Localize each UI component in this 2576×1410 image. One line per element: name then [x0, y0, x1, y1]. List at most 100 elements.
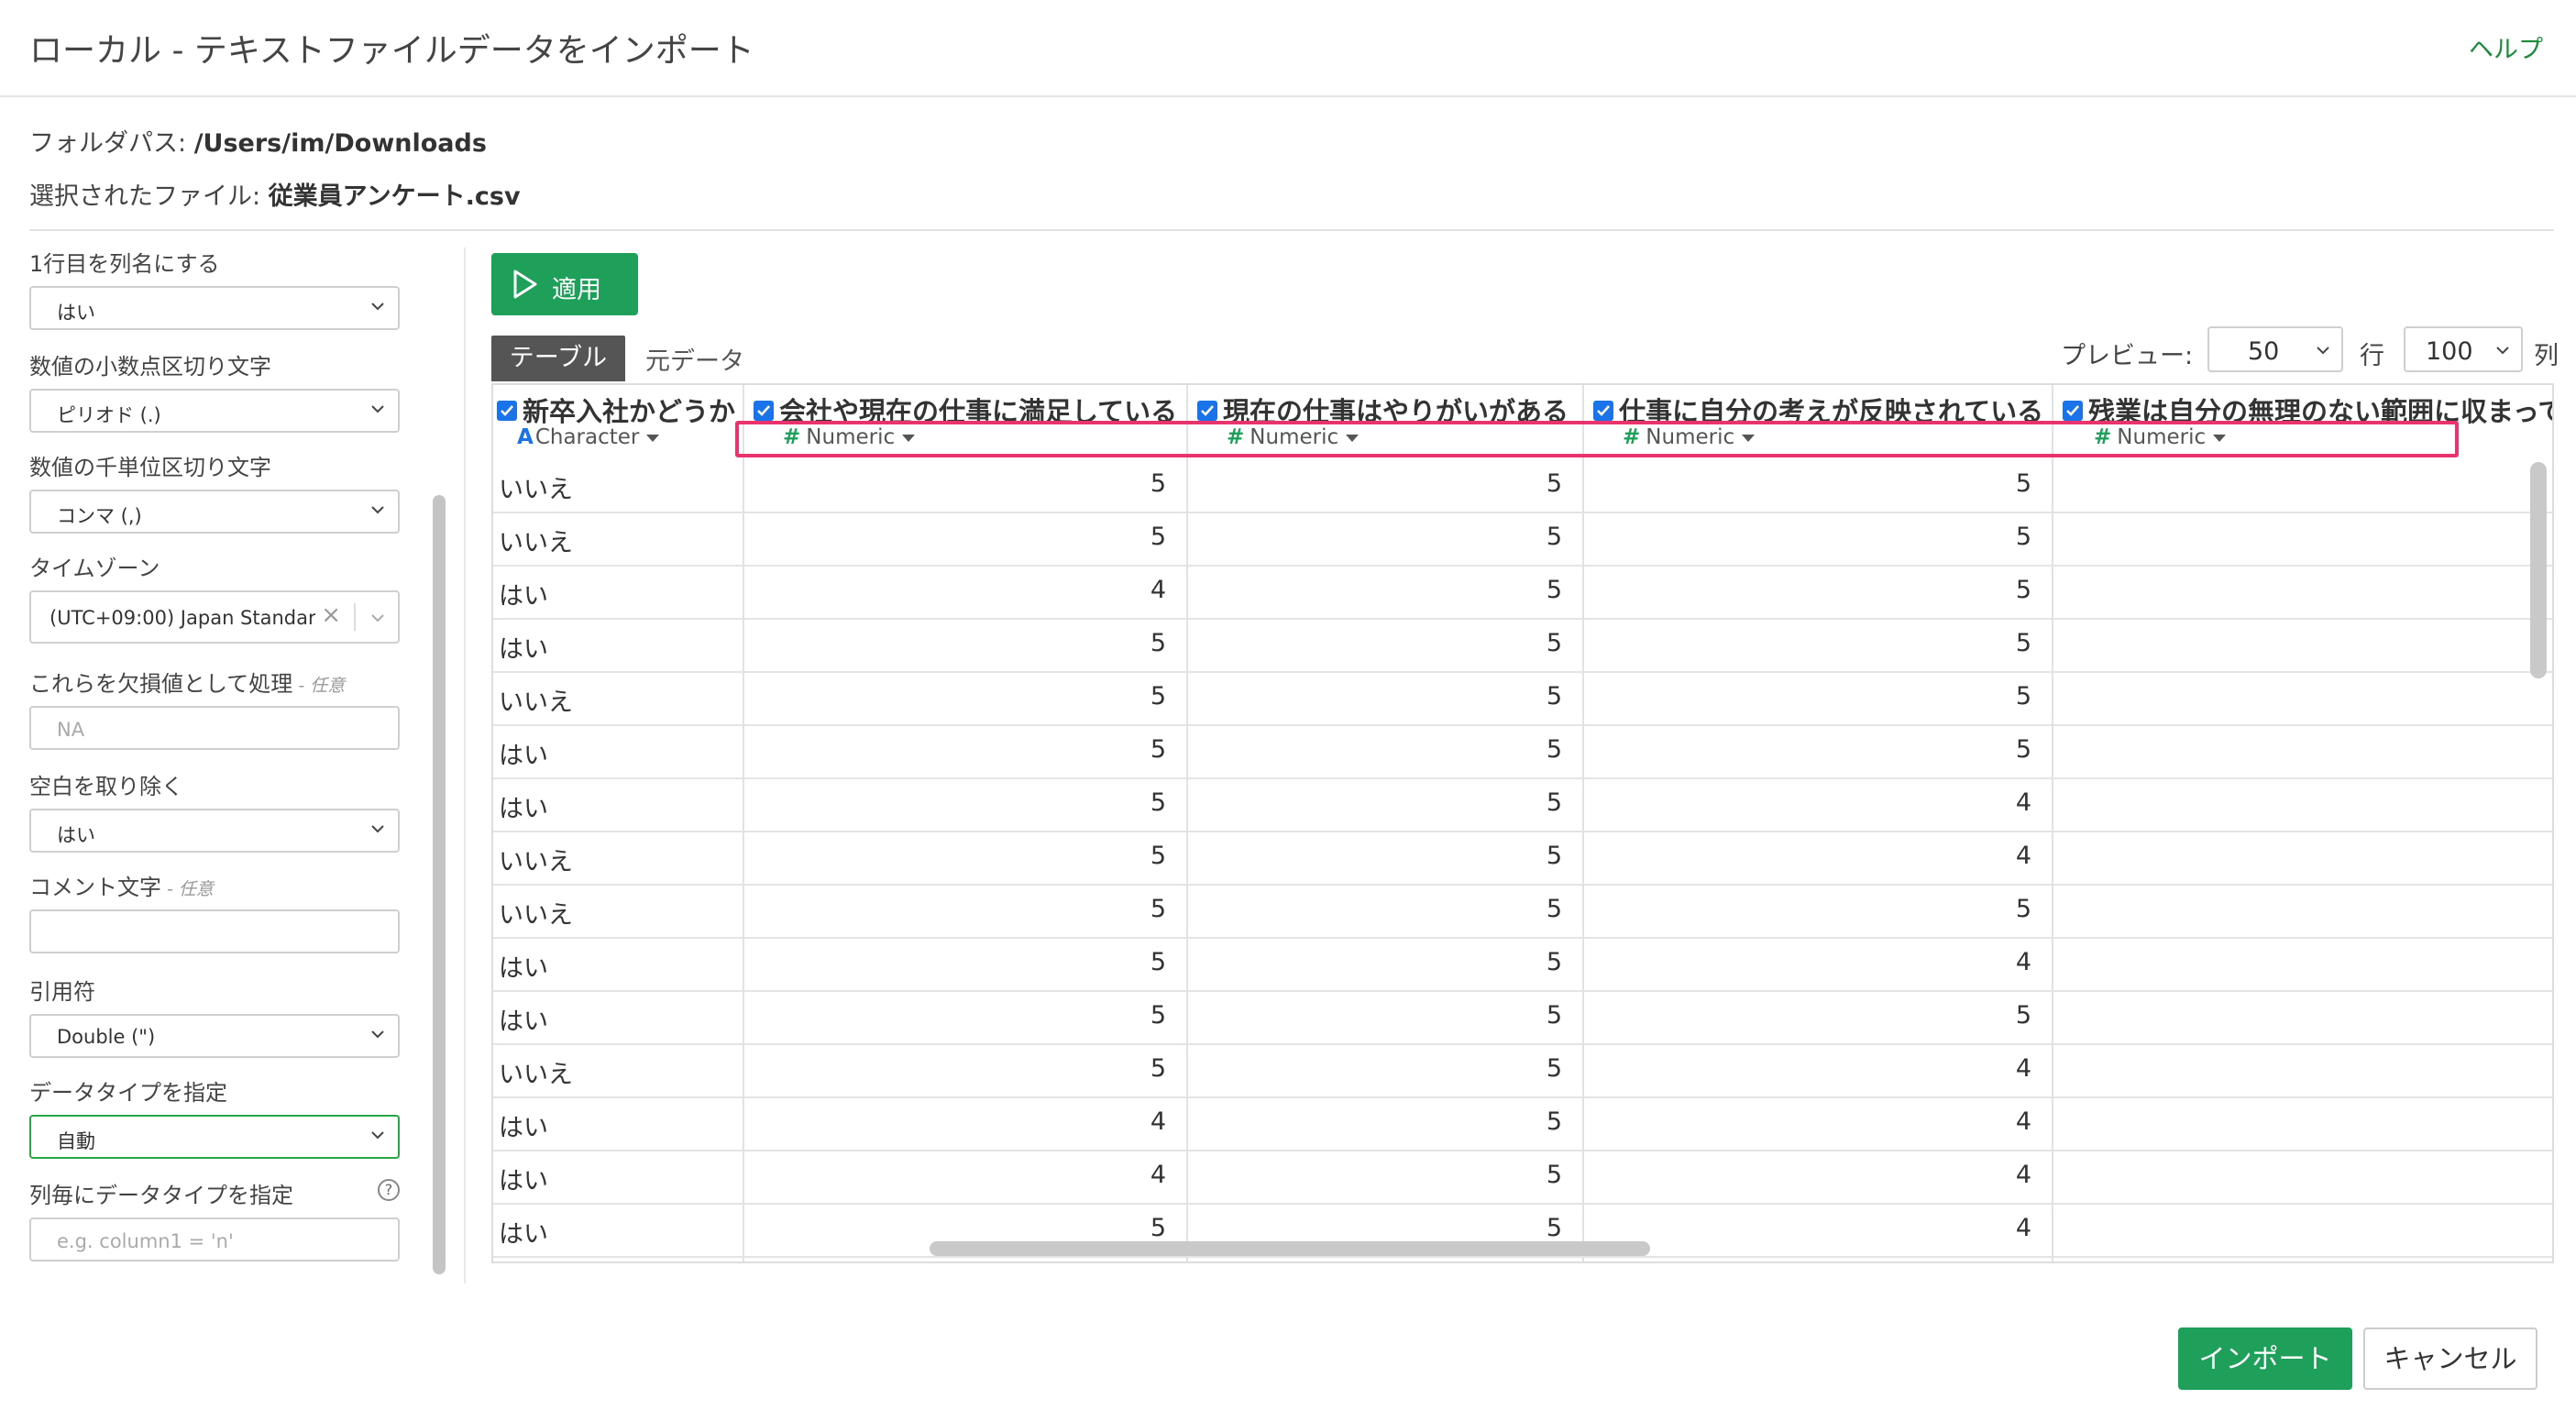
chevron-down-icon: [371, 825, 384, 833]
table-cell: いいえ: [493, 513, 743, 567]
data-type-select[interactable]: 自動: [29, 1115, 400, 1159]
preview-cols-select[interactable]: 100: [2404, 326, 2523, 372]
cancel-button[interactable]: キャンセル: [2363, 1327, 2537, 1390]
help-link[interactable]: ヘルプ: [2469, 29, 2543, 65]
table-cell: 4: [1584, 832, 2052, 886]
chevron-down-icon: [2496, 347, 2509, 355]
na-values-placeholder: NA: [57, 719, 85, 741]
table-cell: 4: [1584, 1045, 2052, 1098]
table-cell: [2053, 939, 2552, 992]
help-icon[interactable]: ?: [378, 1179, 400, 1201]
tab-raw[interactable]: 元データ: [645, 341, 744, 377]
header-row-select[interactable]: はい: [29, 286, 400, 330]
check-icon: [757, 405, 770, 416]
table-cell: [2053, 460, 2552, 513]
quote-label: 引用符: [29, 979, 95, 1005]
preview-cols-value: 100: [2426, 337, 2473, 366]
chevron-down-icon: [2317, 347, 2329, 355]
table-cell: 5: [1188, 460, 1582, 513]
col-types-placeholder: e.g. column1 = 'n': [57, 1230, 234, 1252]
table-cell: いいえ: [493, 1045, 743, 1098]
data-type-label: データタイプを指定: [29, 1080, 227, 1106]
table-cell: 5: [1584, 620, 2052, 673]
preview-cols-unit: 列: [2534, 342, 2559, 370]
trim-ws-select[interactable]: はい: [29, 809, 400, 853]
table-vertical-scrollbar[interactable]: [2530, 462, 2547, 678]
chevron-down-icon: [371, 1030, 384, 1039]
comment-optional: - 任意: [161, 879, 214, 899]
decimal-mark-label: 数値の小数点区切り文字: [29, 354, 271, 380]
table-cell: 5: [1188, 992, 1582, 1045]
header-row-value: はい: [57, 302, 95, 324]
grouping-mark-select[interactable]: コンマ (,): [29, 490, 400, 534]
table-cell: はい: [493, 620, 743, 673]
table-cell: 5: [744, 992, 1186, 1045]
dialog-title: ローカル - テキストファイルデータをインポート: [29, 32, 754, 70]
column-type-text: Character: [534, 425, 640, 449]
table-cell: はい: [493, 779, 743, 832]
settings-scrollbar[interactable]: [433, 495, 446, 1274]
table-cell: 4: [1584, 779, 2052, 832]
panel-divider: [464, 248, 466, 1283]
na-values-optional: - 任意: [292, 676, 346, 696]
table-cell: 5: [744, 886, 1186, 939]
column-checkbox[interactable]: [2063, 401, 2083, 421]
table-cell: 5: [744, 832, 1186, 886]
table-cell: はい: [493, 726, 743, 779]
na-values-input[interactable]: NA: [29, 706, 400, 750]
grouping-mark-value: コンマ (,): [57, 505, 142, 527]
table-cell: [2053, 620, 2552, 673]
table-cell: はい: [493, 1205, 743, 1258]
table-cell: いいえ: [493, 886, 743, 939]
table-cell: [2053, 832, 2552, 886]
table-cell: 5: [1188, 832, 1582, 886]
na-values-label-text: これらを欠損値として処理: [29, 671, 293, 697]
comment-input[interactable]: [29, 909, 400, 953]
table-cell: [2053, 567, 2552, 620]
column-type-selector[interactable]: ACharacter: [517, 425, 660, 449]
preview-rows-select[interactable]: 50: [2207, 326, 2343, 372]
table-cell: 5: [744, 460, 1186, 513]
apply-button[interactable]: 適用: [491, 253, 638, 315]
table-cell: 5: [744, 673, 1186, 726]
table-cell: 4: [1584, 1151, 2052, 1205]
table-column: 残業は自分の無理のない範囲に収まって # Numeric: [2052, 385, 2552, 1261]
table-cell: 5: [1584, 567, 2052, 620]
divider: [29, 229, 2554, 231]
selected-file-value: 従業員アンケート.csv: [268, 182, 521, 211]
preview-label: プレビュー:: [2061, 342, 2194, 370]
chevron-down-icon: [371, 506, 384, 514]
column-checkbox[interactable]: [1197, 401, 1217, 421]
column-checkbox[interactable]: [497, 401, 517, 421]
column-checkbox[interactable]: [1593, 401, 1613, 421]
table-cell: [2053, 1045, 2552, 1098]
check-icon: [2066, 405, 2079, 416]
folder-path-label: フォルダパス:: [29, 129, 194, 158]
col-types-input[interactable]: e.g. column1 = 'n': [29, 1217, 400, 1261]
preview-rows-unit: 行: [2360, 342, 2384, 370]
column-checkbox[interactable]: [754, 401, 774, 421]
column-header: 新卒入社かどうか ACharacter: [493, 385, 743, 460]
table-cell: 5: [1188, 567, 1582, 620]
table-cell: はい: [493, 1098, 743, 1151]
decimal-mark-select[interactable]: ピリオド (.): [29, 389, 400, 433]
data-type-value: 自動: [57, 1130, 95, 1152]
table-cell: [2053, 726, 2552, 779]
character-type-icon: A: [517, 425, 534, 449]
table-cell: 5: [1188, 886, 1582, 939]
table-horizontal-scrollbar[interactable]: [930, 1241, 1650, 1256]
dialog-header: ローカル - テキストファイルデータをインポート ヘルプ: [0, 0, 2576, 97]
quote-select[interactable]: Double ("): [29, 1014, 400, 1058]
table-cell: はい: [493, 1151, 743, 1205]
table-cell: [2053, 1205, 2552, 1258]
column-name-text: 新卒入社かどうか: [523, 396, 736, 427]
table-cell: 5: [744, 620, 1186, 673]
table-cell: 5: [1188, 726, 1582, 779]
apply-label: 適用: [552, 276, 601, 304]
import-button[interactable]: インポート: [2178, 1327, 2352, 1390]
clear-icon[interactable]: ×: [321, 601, 341, 629]
timezone-value: (UTC+09:00) Japan Standard Time: [50, 607, 315, 629]
tab-table[interactable]: テーブル: [491, 336, 625, 381]
timezone-select[interactable]: (UTC+09:00) Japan Standard Time ×: [29, 590, 400, 644]
table-cell: 4: [1584, 1205, 2052, 1258]
